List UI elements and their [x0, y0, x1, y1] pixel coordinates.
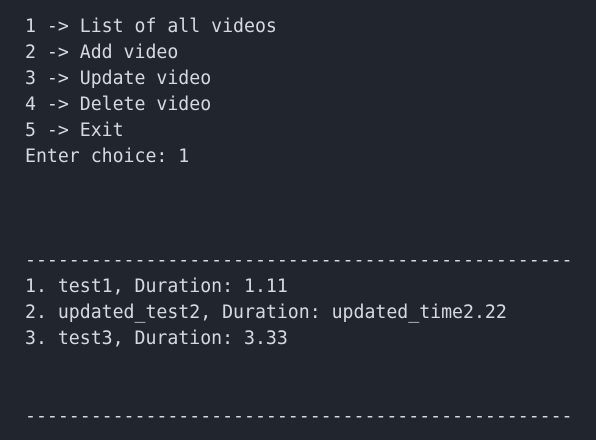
menu-option-delete-video: 4 -> Delete video	[25, 94, 212, 115]
terminal-window[interactable]: 1 -> List of all videos 2 -> Add video 3…	[0, 0, 596, 440]
divider-bottom-block: ----------------------------------------…	[25, 404, 577, 430]
menu-option-update-video: 3 -> Update video	[25, 68, 212, 89]
menu-block: 1 -> List of all videos 2 -> Add video 3…	[25, 14, 277, 170]
video-list-item: 1. test1, Duration: 1.11	[25, 276, 288, 297]
choice-prompt[interactable]: Enter choice: 1	[25, 144, 277, 170]
menu-option-add-video: 2 -> Add video	[25, 42, 179, 63]
video-list-item: 2. updated_test2, Duration: updated_time…	[25, 302, 507, 323]
divider-bottom: ----------------------------------------…	[25, 406, 573, 427]
video-list-item: 3. test3, Duration: 3.33	[25, 328, 288, 349]
menu-option-list-videos: 1 -> List of all videos	[25, 16, 277, 37]
divider-top: ----------------------------------------…	[25, 250, 573, 271]
menu-option-exit: 5 -> Exit	[25, 120, 124, 141]
video-list-block: ----------------------------------------…	[25, 248, 577, 352]
